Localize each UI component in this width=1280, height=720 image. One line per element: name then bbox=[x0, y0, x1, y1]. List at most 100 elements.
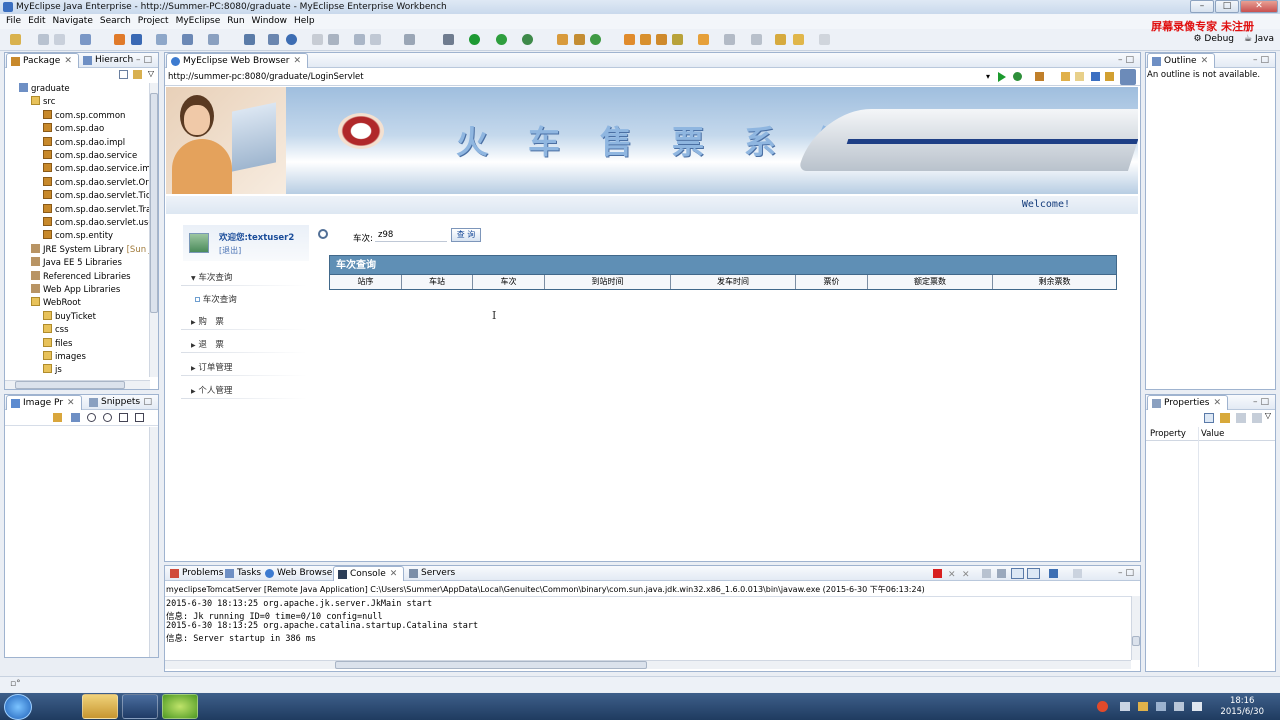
database-icon[interactable] bbox=[244, 34, 255, 45]
copy-icon[interactable] bbox=[328, 34, 339, 45]
view-menu-icon[interactable]: ▽ bbox=[148, 69, 154, 78]
tab-properties[interactable]: Properties ✕ bbox=[1147, 395, 1229, 410]
new-icon[interactable] bbox=[10, 34, 21, 45]
save-icon[interactable] bbox=[38, 34, 49, 45]
explorer-taskbar-icon[interactable] bbox=[82, 694, 118, 719]
view-minmax-controls[interactable]: –□ bbox=[1118, 566, 1137, 581]
menu-search[interactable]: Search bbox=[98, 14, 136, 29]
close-icon[interactable]: ✕ bbox=[293, 56, 301, 66]
tree-item[interactable]: com.sp.dao.service bbox=[43, 150, 137, 163]
menu-edit[interactable]: Edit bbox=[26, 14, 50, 29]
tree-item[interactable]: Referenced Libraries bbox=[31, 270, 131, 284]
fit-icon[interactable] bbox=[71, 413, 80, 422]
tree-item[interactable]: com.sp.dao.servlet.Ord bbox=[43, 176, 150, 190]
tree-item[interactable]: Java EE 5 Libraries bbox=[31, 257, 122, 270]
forward-icon[interactable] bbox=[819, 34, 830, 45]
show-on-error-icon[interactable] bbox=[1027, 568, 1040, 579]
folder3-icon[interactable] bbox=[656, 34, 667, 45]
fast-view-icon[interactable]: ▫° bbox=[10, 679, 21, 689]
new-package-icon[interactable] bbox=[574, 34, 585, 45]
nav-train-query-group[interactable]: ▼ 车次查询 bbox=[191, 271, 232, 283]
tree-horizontal-scrollbar[interactable] bbox=[5, 380, 150, 389]
close-icon[interactable]: ✕ bbox=[1213, 398, 1221, 408]
close-icon[interactable]: ✕ bbox=[64, 56, 72, 66]
console-hscroll-thumb[interactable] bbox=[335, 661, 647, 669]
browser-icon[interactable] bbox=[156, 34, 167, 45]
format-icon[interactable] bbox=[354, 34, 365, 45]
tree-item[interactable]: com.sp.common bbox=[43, 109, 125, 123]
view-minmax-controls[interactable]: –□ bbox=[136, 395, 155, 410]
new-class-icon[interactable] bbox=[557, 34, 568, 45]
close-icon[interactable]: ✕ bbox=[1201, 56, 1209, 66]
back-icon[interactable] bbox=[793, 34, 804, 45]
tray-flag-icon[interactable] bbox=[1138, 702, 1148, 711]
close-icon[interactable]: ✕ bbox=[67, 398, 75, 408]
url-input[interactable]: http://summer-pc:8080/graduate/LoginServ… bbox=[168, 72, 364, 82]
zoom-out-icon[interactable] bbox=[87, 413, 96, 422]
console-vertical-scrollbar[interactable] bbox=[1131, 596, 1140, 660]
tab-web-browser-view[interactable]: Web Browser bbox=[261, 566, 342, 581]
tab-servers[interactable]: Servers bbox=[405, 566, 461, 581]
tools-icon[interactable] bbox=[1035, 72, 1044, 81]
scroll-lock-icon[interactable] bbox=[997, 569, 1006, 578]
view-minmax-controls[interactable]: –□ bbox=[1253, 53, 1272, 68]
display-console-icon[interactable] bbox=[1049, 569, 1058, 578]
nav-order-management[interactable]: ▶ 订单管理 bbox=[191, 361, 232, 373]
myeclipse-taskbar-icon[interactable] bbox=[122, 694, 158, 719]
print-icon[interactable] bbox=[54, 34, 65, 45]
nav-refund-ticket[interactable]: ▶ 退 票 bbox=[191, 338, 224, 350]
open-type-icon[interactable] bbox=[80, 34, 91, 45]
browser-settings-icon[interactable] bbox=[1120, 69, 1136, 85]
link-editor-icon[interactable] bbox=[133, 70, 142, 79]
console-horizontal-scrollbar[interactable] bbox=[165, 660, 1131, 669]
menu-file[interactable]: File bbox=[4, 14, 26, 29]
logout-link[interactable]: [退出] bbox=[219, 245, 241, 256]
refactor-icon[interactable] bbox=[268, 34, 279, 45]
tab-hierarchy[interactable]: Hierarch bbox=[79, 53, 139, 68]
run-icon[interactable] bbox=[469, 34, 480, 45]
back-icon[interactable] bbox=[1061, 72, 1070, 81]
stop-icon[interactable] bbox=[1091, 72, 1100, 81]
magic-icon[interactable] bbox=[53, 413, 62, 422]
tree-item[interactable]: com.sp.dao bbox=[43, 123, 104, 136]
go-icon[interactable] bbox=[998, 72, 1006, 82]
tree-item[interactable]: com.sp.dao.impl bbox=[43, 136, 125, 150]
perspective-debug[interactable]: ⚙ Debug bbox=[1193, 34, 1234, 44]
cut-icon[interactable] bbox=[312, 34, 323, 45]
console-output[interactable]: 2015-6-30 18:13:25 org.apache.jk.server.… bbox=[165, 596, 1131, 660]
forward-icon[interactable] bbox=[1075, 72, 1084, 81]
view-minmax-controls[interactable]: –□ bbox=[136, 53, 155, 68]
actual-size-icon[interactable] bbox=[119, 413, 128, 422]
debug-icon[interactable] bbox=[443, 34, 454, 45]
show-on-output-icon[interactable] bbox=[1011, 568, 1024, 579]
maximize-button[interactable]: □ bbox=[1215, 0, 1239, 13]
tray-app-icon[interactable] bbox=[1097, 701, 1108, 712]
tree-item[interactable]: WebRoot bbox=[31, 297, 81, 310]
tree-item[interactable]: css bbox=[43, 324, 69, 337]
tree-item[interactable]: src bbox=[31, 96, 55, 109]
annotation-icon[interactable] bbox=[724, 34, 735, 45]
refresh-icon[interactable] bbox=[1013, 72, 1022, 81]
tab-problems[interactable]: Problems bbox=[166, 566, 229, 581]
globe-icon[interactable] bbox=[286, 34, 297, 45]
query-button[interactable]: 查 询 bbox=[451, 228, 481, 242]
tree-item[interactable]: files bbox=[43, 337, 72, 351]
tree-vertical-scrollbar[interactable] bbox=[149, 83, 158, 377]
tab-image-preview[interactable]: Image Pr ✕ bbox=[6, 395, 82, 410]
external-tools-icon[interactable] bbox=[522, 34, 533, 45]
menu-myeclipse[interactable]: MyEclipse bbox=[174, 14, 226, 29]
train-number-input[interactable]: z98 bbox=[375, 228, 447, 242]
remove-launch-icon[interactable]: ✕ bbox=[948, 568, 956, 583]
fullscreen-icon[interactable] bbox=[135, 413, 144, 422]
tree-item[interactable]: JRE System Library[Sun JD bbox=[31, 243, 150, 257]
wizard2-icon[interactable] bbox=[208, 34, 219, 45]
last-edit-icon[interactable] bbox=[775, 34, 786, 45]
image-vertical-scrollbar[interactable] bbox=[149, 427, 158, 657]
deploy-icon[interactable] bbox=[131, 34, 142, 45]
tree-item[interactable]: com.sp.dao.servlet.Tick bbox=[43, 190, 150, 203]
view-menu-icon[interactable]: ▽ bbox=[1265, 411, 1271, 420]
pen-icon[interactable] bbox=[672, 34, 683, 45]
menu-navigate[interactable]: Navigate bbox=[51, 14, 98, 29]
tray-icon[interactable] bbox=[1120, 702, 1130, 711]
close-icon[interactable]: ✕ bbox=[390, 569, 398, 579]
